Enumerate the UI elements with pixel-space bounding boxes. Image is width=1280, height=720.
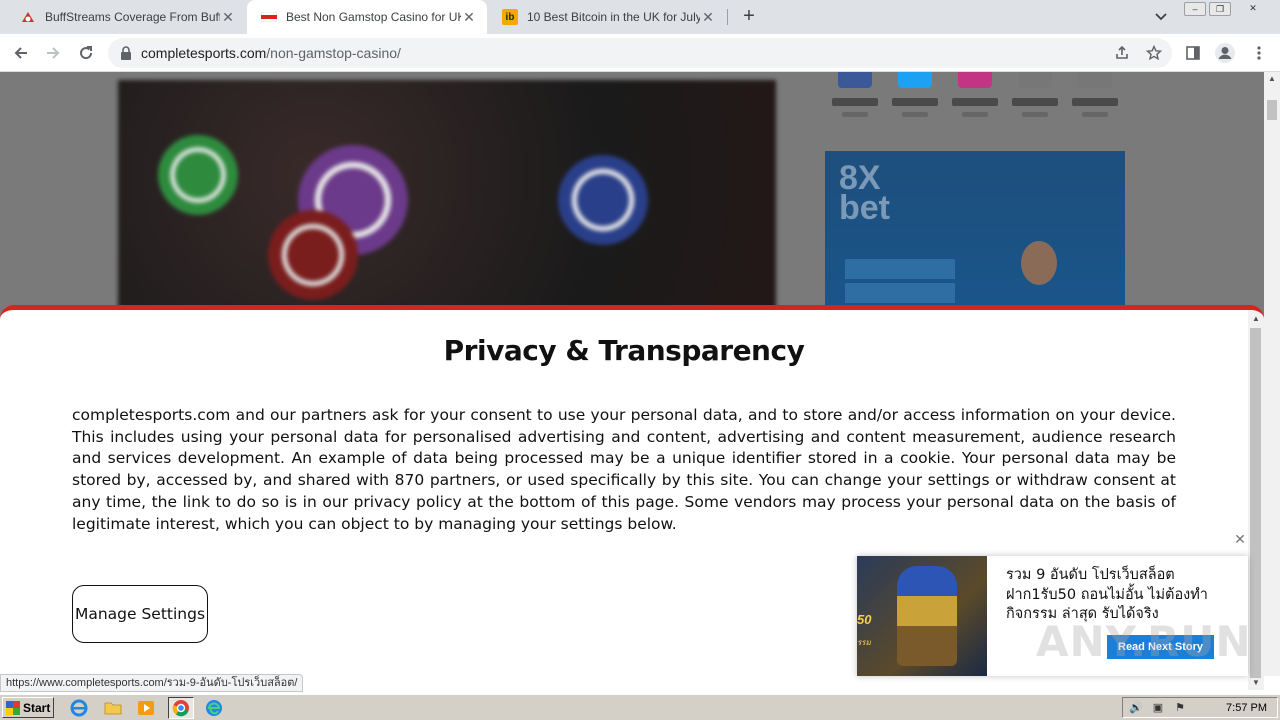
thumb-caption: รรม bbox=[857, 638, 871, 647]
close-window-icon[interactable]: ✕ bbox=[1242, 2, 1264, 16]
flag-icon bbox=[261, 9, 277, 25]
flag-notification-icon[interactable]: ⚑ bbox=[1173, 701, 1187, 715]
lock-icon[interactable] bbox=[120, 46, 132, 60]
tab-search-chevron-icon[interactable] bbox=[1151, 7, 1171, 27]
ad-logo: 8X bet bbox=[839, 159, 890, 227]
tab-title: BuffStreams Coverage From BuffSpo bbox=[45, 10, 220, 24]
forward-icon[interactable] bbox=[41, 41, 65, 65]
edge-icon[interactable] bbox=[203, 697, 225, 719]
buffstreams-icon bbox=[20, 9, 36, 25]
modal-body-text: completesports.com and our partners ask … bbox=[72, 406, 1176, 533]
status-url-bubble: https://www.completesports.com/รวม-9-อัน… bbox=[0, 674, 304, 692]
restore-window-icon[interactable]: ❐ bbox=[1209, 2, 1231, 16]
close-tab-icon[interactable]: ✕ bbox=[220, 9, 236, 26]
back-icon[interactable] bbox=[9, 41, 33, 65]
close-tab-icon[interactable]: ✕ bbox=[700, 9, 716, 26]
ib-icon: ib bbox=[502, 9, 518, 25]
media-player-icon[interactable] bbox=[135, 697, 157, 719]
windows-logo-icon bbox=[6, 700, 20, 715]
story-title[interactable]: รวม 9 อันดับ โปรเว็บสล็อต ฝาก1รับ50 ถอนไ… bbox=[1006, 566, 1231, 625]
network-icon[interactable]: ▣ bbox=[1151, 701, 1165, 715]
close-story-icon[interactable]: ✕ bbox=[1233, 532, 1247, 546]
share-icon[interactable] bbox=[1113, 45, 1131, 63]
url-text[interactable]: completesports.com/non-gamstop-casino/ bbox=[141, 38, 401, 68]
side-panel-icon[interactable] bbox=[1181, 41, 1205, 65]
scrollbar-thumb[interactable] bbox=[1267, 100, 1277, 120]
modal-title: Privacy & Transparency bbox=[443, 334, 805, 367]
address-bar[interactable]: completesports.com/non-gamstop-casino/ bbox=[108, 38, 1172, 68]
close-tab-icon[interactable]: ✕ bbox=[461, 9, 477, 26]
story-thumbnail[interactable]: 50 รรม bbox=[857, 556, 987, 676]
tab-non-gamstop-casino[interactable]: Best Non Gamstop Casino for UK Pla ✕ bbox=[247, 0, 487, 34]
sidebar-ad-banner: 8X bet bbox=[825, 151, 1125, 311]
minimize-window-icon[interactable]: – bbox=[1184, 2, 1206, 16]
tab-separator bbox=[727, 9, 728, 25]
ie-icon[interactable] bbox=[68, 697, 90, 719]
scroll-up-arrow-icon[interactable]: ▲ bbox=[1264, 72, 1280, 86]
manage-settings-button[interactable]: Manage Settings bbox=[72, 585, 208, 643]
volume-icon[interactable]: 🔊 bbox=[1129, 701, 1143, 715]
scroll-up-arrow-icon[interactable]: ▲ bbox=[1248, 312, 1264, 326]
system-tray: 🔊 ▣ ⚑ 7:57 PM bbox=[1122, 697, 1278, 718]
chrome-icon[interactable] bbox=[168, 697, 194, 719]
bookmark-star-icon[interactable] bbox=[1145, 44, 1163, 63]
clock[interactable]: 7:57 PM bbox=[1226, 698, 1267, 718]
tab-buffstreams[interactable]: BuffStreams Coverage From BuffSpo ✕ bbox=[6, 0, 246, 34]
casino-hero-image bbox=[118, 80, 776, 320]
tab-title: Best Non Gamstop Casino for UK Pla bbox=[286, 10, 461, 24]
scroll-down-arrow-icon[interactable]: ▼ bbox=[1248, 676, 1264, 690]
anyrun-watermark: ANY.RUN bbox=[1036, 617, 1252, 666]
thumb-number: 50 bbox=[857, 612, 872, 627]
profile-avatar-icon[interactable] bbox=[1213, 41, 1237, 65]
tab-bitcoin[interactable]: ib 10 Best Bitcoin in the UK for July 20… bbox=[488, 0, 726, 34]
page-scrollbar[interactable]: ▲ bbox=[1264, 72, 1280, 676]
windows-taskbar: Start 🔊 ▣ ⚑ 7:57 PM bbox=[0, 694, 1280, 720]
social-follow-counts bbox=[830, 72, 1130, 127]
reload-icon[interactable] bbox=[74, 41, 98, 65]
start-button[interactable]: Start bbox=[2, 697, 54, 718]
more-menu-icon[interactable] bbox=[1247, 41, 1271, 65]
tab-title: 10 Best Bitcoin in the UK for July 202 bbox=[527, 10, 700, 24]
new-tab-button[interactable]: + bbox=[737, 4, 761, 28]
tab-strip: BuffStreams Coverage From BuffSpo ✕ Best… bbox=[0, 0, 1280, 34]
browser-toolbar: completesports.com/non-gamstop-casino/ bbox=[0, 34, 1280, 72]
folder-icon[interactable] bbox=[102, 697, 124, 719]
